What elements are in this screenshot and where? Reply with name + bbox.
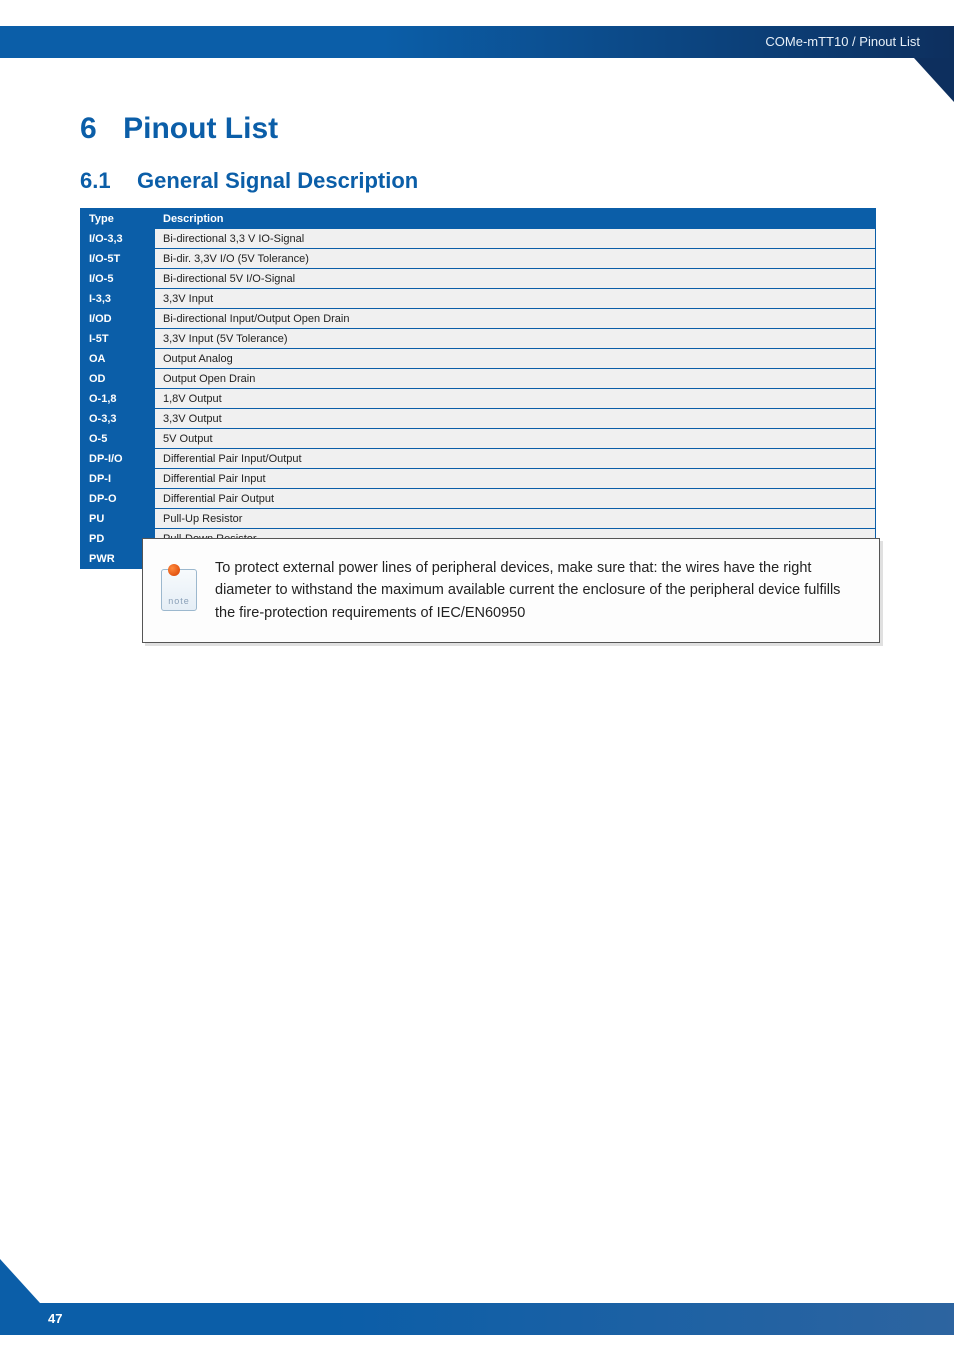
- type-cell: DP-I/O: [81, 449, 155, 469]
- desc-cell: Bi-directional Input/Output Open Drain: [155, 309, 876, 329]
- table-row: I/O-5TBi-dir. 3,3V I/O (5V Tolerance): [81, 249, 876, 269]
- col-type-header: Type: [81, 209, 155, 229]
- type-cell: OA: [81, 349, 155, 369]
- type-cell: I/O-3,3: [81, 229, 155, 249]
- type-cell: I-5T: [81, 329, 155, 349]
- type-cell: O-3,3: [81, 409, 155, 429]
- table-row: OAOutput Analog: [81, 349, 876, 369]
- type-cell: I-3,3: [81, 289, 155, 309]
- note-icon-label: note: [162, 596, 196, 606]
- chapter-number: 6: [80, 112, 97, 145]
- table-row: I-5T3,3V Input (5V Tolerance): [81, 329, 876, 349]
- document-page: COMe-mTT10 / Pinout List 6 Pinout List 6…: [0, 0, 954, 1351]
- table-row: I-3,33,3V Input: [81, 289, 876, 309]
- header-band: COMe-mTT10 / Pinout List: [0, 26, 954, 58]
- desc-cell: Differential Pair Input: [155, 469, 876, 489]
- col-desc-header: Description: [155, 209, 876, 229]
- breadcrumb: COMe-mTT10 / Pinout List: [765, 26, 920, 58]
- table-row: O-1,81,8V Output: [81, 389, 876, 409]
- desc-cell: 1,8V Output: [155, 389, 876, 409]
- desc-cell: 3,3V Input (5V Tolerance): [155, 329, 876, 349]
- table-row: DP-ODifferential Pair Output: [81, 489, 876, 509]
- note-icon: note: [161, 569, 197, 611]
- footer-corner-decoration: [0, 1259, 40, 1303]
- table-row: O-55V Output: [81, 429, 876, 449]
- chapter-title: 6 Pinout List: [80, 112, 278, 146]
- pin-icon: [168, 564, 180, 576]
- desc-cell: Output Analog: [155, 349, 876, 369]
- desc-cell: Differential Pair Output: [155, 489, 876, 509]
- note-text: To protect external power lines of perip…: [215, 557, 859, 624]
- header-corner-decoration: [914, 58, 954, 102]
- chapter-title-text: Pinout List: [123, 112, 278, 145]
- desc-cell: Output Open Drain: [155, 369, 876, 389]
- type-cell: DP-I: [81, 469, 155, 489]
- desc-cell: Bi-directional 5V I/O-Signal: [155, 269, 876, 289]
- desc-cell: Pull-Up Resistor: [155, 509, 876, 529]
- section-number: 6.1: [80, 168, 111, 193]
- section-title-text: General Signal Description: [137, 168, 418, 193]
- page-number: 47: [48, 1303, 62, 1335]
- type-cell: I/O-5T: [81, 249, 155, 269]
- table-row: O-3,33,3V Output: [81, 409, 876, 429]
- type-cell: DP-O: [81, 489, 155, 509]
- type-cell: OD: [81, 369, 155, 389]
- desc-cell: Bi-dir. 3,3V I/O (5V Tolerance): [155, 249, 876, 269]
- signal-description-table: Type Description I/O-3,3Bi-directional 3…: [80, 208, 876, 569]
- note-callout: note To protect external power lines of …: [142, 538, 880, 643]
- type-cell: I/O-5: [81, 269, 155, 289]
- table-row: ODOutput Open Drain: [81, 369, 876, 389]
- desc-cell: 3,3V Input: [155, 289, 876, 309]
- table-row: I/ODBi-directional Input/Output Open Dra…: [81, 309, 876, 329]
- desc-cell: Differential Pair Input/Output: [155, 449, 876, 469]
- desc-cell: Bi-directional 3,3 V IO-Signal: [155, 229, 876, 249]
- type-cell: O-1,8: [81, 389, 155, 409]
- table-row: PUPull-Up Resistor: [81, 509, 876, 529]
- table-row: DP-I/ODifferential Pair Input/Output: [81, 449, 876, 469]
- type-cell: O-5: [81, 429, 155, 449]
- table-row: DP-IDifferential Pair Input: [81, 469, 876, 489]
- table-row: I/O-3,3Bi-directional 3,3 V IO-Signal: [81, 229, 876, 249]
- footer-band: 47: [0, 1303, 954, 1335]
- table-header-row: Type Description: [81, 209, 876, 229]
- desc-cell: 3,3V Output: [155, 409, 876, 429]
- section-heading: 6.1 General Signal Description: [80, 168, 418, 194]
- type-cell: PU: [81, 509, 155, 529]
- table-row: I/O-5Bi-directional 5V I/O-Signal: [81, 269, 876, 289]
- type-cell: I/OD: [81, 309, 155, 329]
- desc-cell: 5V Output: [155, 429, 876, 449]
